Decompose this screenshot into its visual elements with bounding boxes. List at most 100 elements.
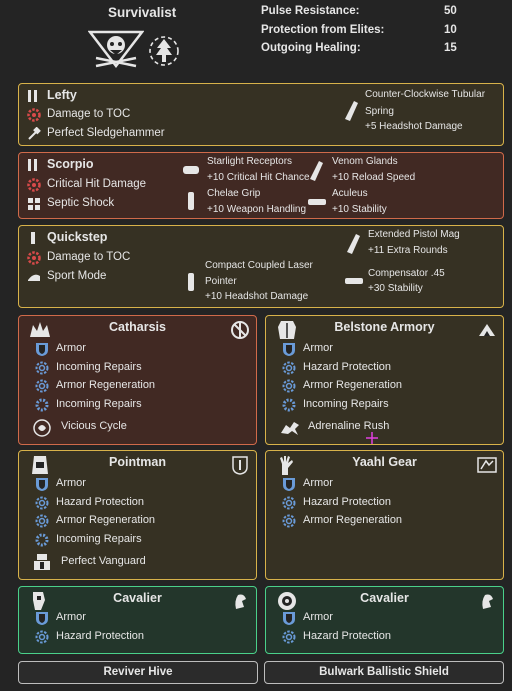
stat-value-protection-elites: 10: [444, 24, 457, 36]
gear-attribute: Hazard Protection: [56, 630, 145, 642]
gear-attribute: Incoming Repairs: [56, 398, 142, 410]
gear-title: Pointman: [109, 455, 166, 469]
armor-shield-icon: [282, 342, 296, 357]
weapon-panel-lefty[interactable]: Lefty Damage to TOC Perfect Sledgehammer…: [18, 83, 504, 146]
stat-label-protection-elites: Protection from Elites:: [261, 24, 385, 36]
exotic-emblem-icon: [230, 320, 250, 340]
repair-attribute-icon: [282, 379, 296, 394]
stat-label-pulse-resistance: Pulse Resistance:: [261, 5, 360, 17]
gear-attribute: Hazard Protection: [303, 630, 392, 642]
brand-logo-icon: [477, 455, 497, 475]
weapon-attribute: Damage to TOC: [47, 108, 131, 120]
gear-attribute: Incoming Repairs: [303, 398, 389, 410]
mod-stat: +10 Reload Speed: [332, 172, 416, 183]
repair-attribute-icon: [35, 514, 49, 529]
brand-logo-icon: [230, 455, 250, 475]
stat-value-outgoing-healing: 15: [444, 42, 457, 54]
repair-attribute-icon: [35, 379, 49, 394]
mod-name-line2: Pointer: [205, 276, 237, 287]
gear-attribute: Armor: [303, 477, 333, 489]
gear-attribute: Armor: [56, 611, 86, 623]
survivalist-emblem-icon: [88, 28, 144, 72]
gear-attribute: Armor Regeneration: [56, 379, 156, 391]
hazard-attribute-icon: [282, 361, 296, 376]
gear-title: Cavalier: [360, 591, 409, 605]
mod-name: Aculeus: [332, 188, 368, 199]
gear-attribute: Armor: [56, 477, 86, 489]
spec-name: Survivalist: [108, 5, 177, 20]
gear-mod-icon: [282, 398, 296, 413]
weapon-talent: Sport Mode: [47, 270, 107, 282]
mod-stat: +11 Extra Rounds: [368, 245, 448, 256]
named-marker-icon: [27, 231, 39, 245]
gear-panel-cavalier-holster[interactable]: Cavalier Armor Hazard Protection: [18, 586, 257, 654]
adrenaline-rush-talent-icon: [280, 419, 300, 437]
skill-button-reviver-hive[interactable]: Reviver Hive: [18, 661, 258, 684]
gear-attribute: Hazard Protection: [56, 496, 145, 508]
gear-talent: Adrenaline Rush: [308, 420, 390, 432]
exotic-marker-icon: [27, 158, 39, 172]
stat-value-pulse-resistance: 50: [444, 5, 457, 17]
gear-panel-cavalier-kneepads[interactable]: Cavalier Armor Hazard Protection: [265, 586, 504, 654]
mod-name: Starlight Receptors: [207, 156, 293, 167]
gear-talent: Perfect Vanguard: [61, 555, 146, 567]
optic-mod-icon: [181, 163, 199, 181]
muzzle-mod-icon: [344, 275, 363, 293]
gear-talent: Vicious Cycle: [61, 420, 127, 432]
gear-title: Belstone Armory: [334, 320, 435, 334]
gear-panel-pointman[interactable]: Pointman Armor Hazard Protection Armor R…: [18, 450, 257, 580]
gear-attribute: Armor Regeneration: [303, 514, 403, 526]
mod-name-line2: Spring: [365, 106, 394, 117]
underbarrel-mod-icon: [185, 272, 203, 291]
mod-stat: +10 Headshot Damage: [205, 291, 309, 302]
magazine-mod-icon: [342, 100, 360, 121]
hazard-attribute-icon: [35, 630, 49, 645]
mod-name: Extended Pistol Mag: [368, 229, 460, 240]
gear-set-logo-icon: [230, 591, 250, 611]
hazard-attribute-icon: [282, 496, 296, 511]
gear-attribute: Armor Regeneration: [56, 514, 156, 526]
gear-panel-yaahl-gear[interactable]: Yaahl Gear Armor Hazard Protection Armor…: [265, 450, 504, 580]
sport-mode-talent-icon: [27, 270, 41, 284]
magazine-mod-icon: [307, 160, 325, 181]
skill-button-bulwark-shield[interactable]: Bulwark Ballistic Shield: [264, 661, 504, 684]
gear-attribute: Incoming Repairs: [56, 361, 142, 373]
mod-name: Venom Glands: [332, 156, 398, 167]
gear-title: Cavalier: [113, 591, 162, 605]
mod-name: Compensator .45: [368, 268, 445, 279]
hazard-attribute-icon: [282, 630, 296, 645]
gear-title: Catharsis: [109, 320, 166, 334]
gear-attribute: Armor: [56, 342, 86, 354]
repair-attribute-icon: [35, 361, 49, 376]
exotic-marker-icon: [27, 89, 39, 103]
weapon-panel-quickstep[interactable]: Quickstep Damage to TOC Sport Mode Compa…: [18, 225, 504, 308]
weapon-talent: Septic Shock: [47, 197, 115, 209]
pine-tree-icon: [148, 35, 180, 67]
armor-shield-icon: [35, 342, 49, 357]
gear-attribute: Armor Regeneration: [303, 379, 403, 391]
gear-attribute: Incoming Repairs: [56, 533, 142, 545]
damage-attribute-icon: [27, 251, 41, 265]
hazard-attribute-icon: [35, 496, 49, 511]
brand-logo-icon: [477, 320, 497, 340]
mod-name: Counter-Clockwise Tubular: [365, 89, 486, 100]
gear-attribute: Armor: [303, 611, 333, 623]
weapon-name: Quickstep: [47, 230, 108, 244]
mod-stat: +30 Stability: [368, 283, 423, 294]
gear-panel-belstone-armory[interactable]: Belstone Armory Armor Hazard Protection …: [265, 315, 504, 445]
weapon-panel-scorpio[interactable]: Scorpio Critical Hit Damage Septic Shock…: [18, 152, 504, 219]
vicious-cycle-talent-icon: [33, 419, 51, 437]
mod-stat: +10 Weapon Handling: [207, 204, 307, 215]
weapon-attribute: Critical Hit Damage: [47, 178, 147, 190]
gear-panel-catharsis[interactable]: Catharsis Armor Incoming Repairs Armor R…: [18, 315, 257, 445]
magazine-mod-icon: [344, 233, 362, 254]
cursor-crosshair-icon: [366, 432, 378, 444]
armor-shield-icon: [35, 477, 49, 492]
gear-title: Yaahl Gear: [352, 455, 417, 469]
mod-stat: +10 Critical Hit Chance: [207, 172, 310, 183]
mod-stat: +5 Headshot Damage: [365, 121, 463, 132]
armor-shield-icon: [282, 477, 296, 492]
armor-shield-icon: [282, 611, 296, 626]
gear-attribute: Armor: [303, 342, 333, 354]
mod-name: Compact Coupled Laser: [205, 260, 313, 271]
